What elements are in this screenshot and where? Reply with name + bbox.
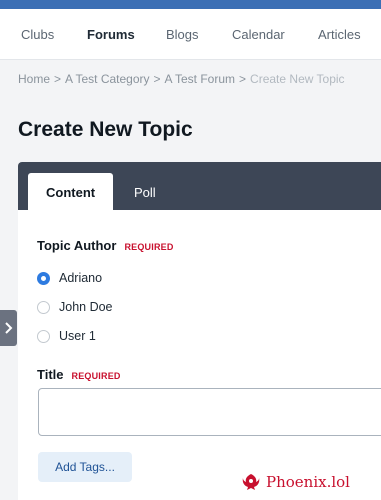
breadcrumb-forum[interactable]: A Test Forum xyxy=(165,72,235,86)
title-label-text: Title xyxy=(37,367,64,382)
author-option-label: User 1 xyxy=(59,329,96,343)
add-tags-button[interactable]: Add Tags... xyxy=(38,452,132,482)
required-badge: REQUIRED xyxy=(71,371,121,381)
nav-divider xyxy=(0,59,381,60)
topic-form: Content Poll Topic Author REQUIRED Adrian… xyxy=(18,162,381,500)
author-option-label: Adriano xyxy=(59,271,103,285)
nav-blogs[interactable]: Blogs xyxy=(166,27,199,42)
author-option-john-doe[interactable]: John Doe xyxy=(37,297,113,317)
topic-author-label-text: Topic Author xyxy=(37,238,117,253)
title-input[interactable] xyxy=(38,388,381,436)
radio-unchecked-icon[interactable] xyxy=(37,329,50,343)
main-nav: Clubs Forums Blogs Calendar Articles xyxy=(0,9,381,59)
tab-content[interactable]: Content xyxy=(28,173,114,210)
nav-forums[interactable]: Forums xyxy=(87,27,135,42)
title-label: Title REQUIRED xyxy=(37,367,121,382)
sidebar-toggle[interactable] xyxy=(0,310,17,346)
chevron-right-icon xyxy=(5,322,13,334)
form-tabs: Content Poll xyxy=(18,162,381,210)
breadcrumb-current: Create New Topic xyxy=(250,72,345,86)
breadcrumb-separator: > xyxy=(153,72,161,86)
author-option-user-1[interactable]: User 1 xyxy=(37,326,96,346)
breadcrumb: Home > A Test Category > A Test Forum > Create… xyxy=(18,72,345,86)
breadcrumb-separator: > xyxy=(54,72,62,86)
radio-unchecked-icon[interactable] xyxy=(37,300,50,314)
top-accent-bar xyxy=(0,0,381,9)
author-option-adriano[interactable]: Adriano xyxy=(37,268,102,288)
required-badge: REQUIRED xyxy=(124,242,174,252)
nav-calendar[interactable]: Calendar xyxy=(232,27,285,42)
breadcrumb-separator: > xyxy=(239,72,247,86)
watermark: Phoenix.lol xyxy=(241,472,350,492)
page-title: Create New Topic xyxy=(18,118,193,141)
watermark-text: Phoenix.lol xyxy=(266,473,350,491)
radio-checked-icon[interactable] xyxy=(37,271,50,285)
breadcrumb-category[interactable]: A Test Category xyxy=(65,72,150,86)
nav-clubs[interactable]: Clubs xyxy=(21,27,54,42)
nav-articles[interactable]: Articles xyxy=(318,27,361,42)
topic-author-label: Topic Author REQUIRED xyxy=(37,238,174,253)
author-option-label: John Doe xyxy=(59,300,113,314)
phoenix-logo-icon xyxy=(242,474,260,490)
tab-poll[interactable]: Poll xyxy=(116,173,174,210)
breadcrumb-home[interactable]: Home xyxy=(18,72,50,86)
